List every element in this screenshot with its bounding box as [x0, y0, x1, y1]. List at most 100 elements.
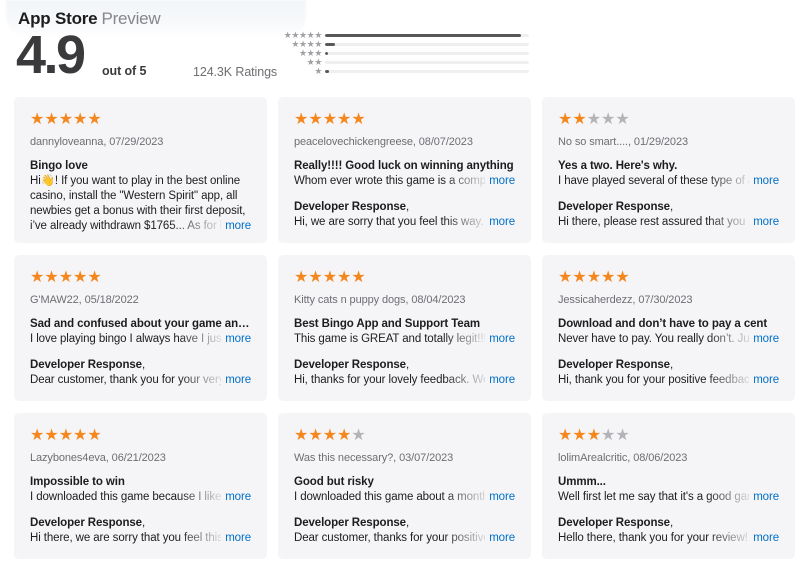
star-icon-1: ★	[558, 427, 573, 444]
histogram-bar	[325, 52, 329, 55]
review-title: Ummm...	[558, 476, 606, 488]
developer-response-more-link[interactable]: more	[489, 531, 515, 546]
developer-response-more-link[interactable]: more	[489, 215, 515, 230]
developer-response-comma: ,	[141, 359, 146, 371]
histogram-track	[325, 43, 529, 46]
developer-response-label-text: Developer Response	[30, 359, 142, 371]
star-icon-5: ★	[87, 269, 102, 286]
star-icon-4: ★	[601, 111, 616, 128]
review-body-block: Ummm... Well first let me say that it's a…	[558, 476, 779, 505]
review-body: I have played several of these type of a…	[558, 174, 779, 189]
histogram-bar	[325, 70, 330, 73]
histogram-bar	[325, 43, 336, 46]
review-body-text: I love playing bingo I always have I jus…	[30, 333, 222, 345]
developer-response-comma: ,	[669, 201, 674, 213]
developer-response-label: Developer Response,	[558, 201, 779, 213]
star-icon-1: ★	[558, 269, 573, 286]
review-more-link[interactable]: more	[225, 490, 251, 505]
review-card[interactable]: ★★★★★ Lazybones4eva, 06/21/2023 Impossible…	[14, 413, 267, 559]
developer-response-body: Hi, thank you for your positive feedback…	[558, 373, 779, 388]
developer-response-text: Hi, thank you for your positive feedback…	[558, 374, 750, 386]
review-more-link[interactable]: more	[753, 174, 779, 189]
star-icon-5: ★	[351, 269, 366, 286]
star-icon-3: ★	[58, 111, 74, 128]
developer-response-comma: ,	[405, 517, 410, 529]
star-icon-4: ★	[601, 427, 616, 444]
review-card[interactable]: ★★★★★ lolimArealcritic, 08/06/2023 Ummm...…	[542, 413, 795, 559]
review-star-rating: ★★★★★	[558, 111, 779, 128]
review-card[interactable]: ★★★★★ peacelovechickengreese, 08/07/2023 R…	[278, 97, 531, 243]
review-card[interactable]: ★★★★★ dannyloveanna, 07/29/2023 Bingo love…	[14, 97, 267, 243]
star-icon-2: ★	[308, 111, 323, 128]
developer-response-more-link[interactable]: more	[489, 373, 515, 388]
review-more-link[interactable]: more	[489, 332, 515, 347]
developer-response-label-text: Developer Response	[30, 517, 142, 529]
review-body-text: This game is GREAT and totally legit!!! …	[294, 333, 486, 345]
developer-response-text: Hi, thanks for your lovely feedback. We …	[294, 374, 485, 386]
star-icon-5: ★	[87, 427, 102, 444]
histogram-track	[325, 70, 529, 73]
review-more-link[interactable]: more	[753, 332, 779, 347]
developer-response-text: Dear customer, thank you for your very	[30, 374, 222, 386]
review-title: Really!!!! Good luck on winning anything	[294, 160, 514, 172]
review-title: Good but risky	[294, 476, 374, 488]
developer-response-body: Hi, we are sorry that you feel this way.…	[294, 215, 515, 230]
review-body-block: Yes a two. Here's why. I have played seve…	[558, 160, 779, 189]
review-card[interactable]: ★★★★★ No so smart...., 01/29/2023 Yes a tw…	[542, 97, 795, 243]
developer-response-block: Developer Response, Dear customer, thank …	[30, 359, 251, 388]
histogram-track	[325, 52, 529, 55]
star-icon-1: ★	[30, 111, 45, 128]
developer-response-more-link[interactable]: more	[225, 531, 251, 546]
review-card[interactable]: ★★★★★ Kitty cats n puppy dogs, 08/04/2023…	[278, 255, 531, 401]
review-card[interactable]: ★★★★★ Was this necessary?, 03/07/2023 Good…	[278, 413, 531, 559]
developer-response-label-text: Developer Response	[294, 359, 406, 371]
review-body-block: Bingo love Hi👋! If you want to play in th…	[30, 160, 251, 234]
developer-response-label: Developer Response,	[30, 359, 251, 371]
developer-response-text: Hi, we are sorry that you feel this way.…	[294, 216, 485, 228]
developer-response-label-text: Developer Response	[294, 201, 406, 213]
star-icon-1: ★	[558, 111, 573, 128]
developer-response-label: Developer Response,	[294, 359, 515, 371]
review-more-link[interactable]: more	[489, 490, 515, 505]
developer-response-more-link[interactable]: more	[225, 373, 251, 388]
developer-response-more-link[interactable]: more	[753, 215, 779, 230]
review-card[interactable]: ★★★★★ Jessicaherdezz, 07/30/2023 Download …	[542, 255, 795, 401]
developer-response-body: Hi there, please rest assured that you a…	[558, 215, 779, 230]
star-icon-4: ★	[73, 111, 88, 128]
developer-response-label: Developer Response,	[294, 201, 515, 213]
review-more-link[interactable]: more	[489, 174, 515, 189]
developer-response-label: Developer Response,	[30, 517, 251, 529]
developer-response-body: Hi, thanks for your lovely feedback. We …	[294, 373, 515, 388]
star-icon-2: ★	[572, 269, 587, 286]
developer-response-label: Developer Response,	[294, 517, 515, 529]
review-star-rating: ★★★★★	[30, 269, 251, 286]
review-star-rating: ★★★★★	[294, 111, 515, 128]
review-card[interactable]: ★★★★★ G'MAW22, 05/18/2022 Sad and confused…	[14, 255, 267, 401]
developer-response-more-link[interactable]: more	[753, 531, 779, 546]
developer-response-label-text: Developer Response	[558, 517, 670, 529]
histogram-track	[325, 34, 529, 37]
review-more-link[interactable]: more	[225, 219, 251, 234]
review-more-link[interactable]: more	[225, 332, 251, 347]
review-body-block: Impossible to win I downloaded this game …	[30, 476, 251, 505]
star-icon-3: ★	[322, 427, 338, 444]
review-star-rating: ★★★★★	[30, 427, 251, 444]
review-body-block: Download and don’t have to pay a cent Nev…	[558, 318, 779, 347]
review-body-text: Whom ever wrote this game is a complete …	[294, 175, 486, 187]
star-icon-3: ★	[58, 269, 74, 286]
developer-response-comma: ,	[141, 517, 146, 529]
review-body-text: I downloaded this game about a month ago	[294, 491, 485, 503]
review-body-text: Well first let me say that it's a good g…	[558, 491, 750, 503]
developer-response-block: Developer Response, Hi, thanks for your l…	[294, 359, 515, 388]
developer-response-comma: ,	[405, 201, 410, 213]
review-author-and-date: Jessicaherdezz, 07/30/2023	[558, 294, 693, 306]
histogram-stars-icon: ★	[314, 66, 322, 76]
developer-response-more-link[interactable]: more	[753, 373, 779, 388]
review-author-and-date: No so smart...., 01/29/2023	[558, 136, 688, 148]
star-icon-4: ★	[73, 269, 88, 286]
review-author-and-date: dannyloveanna, 07/29/2023	[30, 136, 164, 148]
average-rating-score: 4.9	[16, 25, 86, 85]
star-icon-3: ★	[322, 111, 338, 128]
review-more-link[interactable]: more	[753, 490, 779, 505]
star-icon-5: ★	[615, 111, 630, 128]
